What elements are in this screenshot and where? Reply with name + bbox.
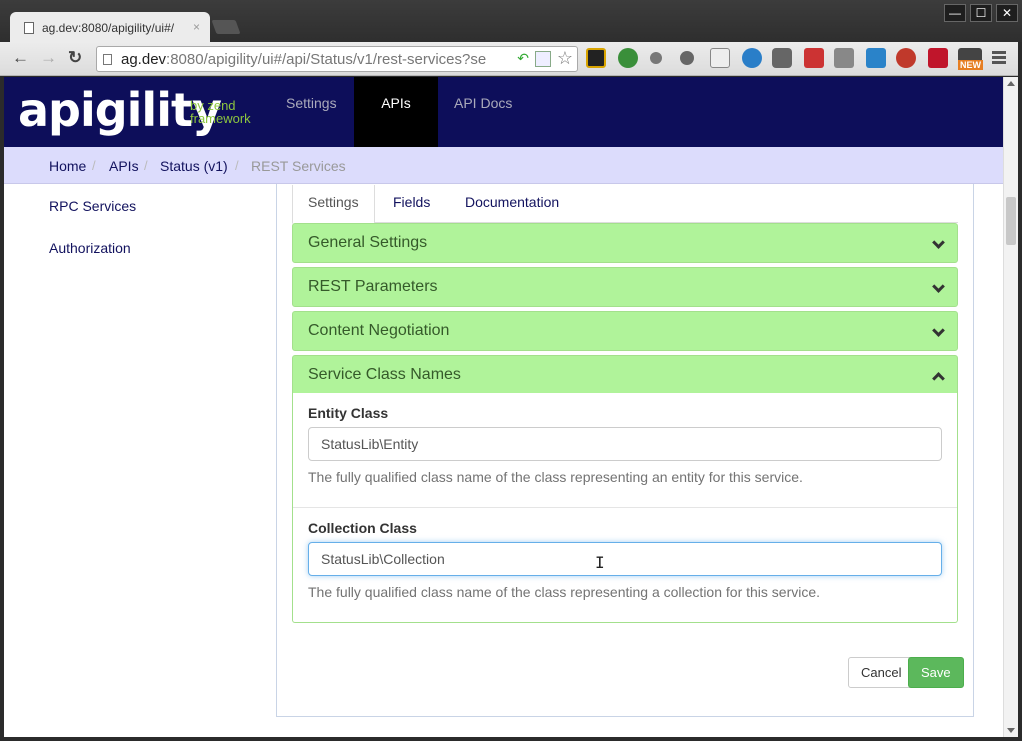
accordion-service-class-names[interactable]: Service Class Names	[292, 355, 958, 395]
maximize-button[interactable]: ☐	[970, 4, 992, 22]
new-tab-button[interactable]	[211, 20, 241, 34]
tool-extension-icon[interactable]	[650, 52, 662, 64]
page-viewport: apigility by zend framework Settings APIs…	[4, 77, 1003, 737]
collection-class-label: Collection Class	[308, 520, 417, 536]
bookmark-star-icon[interactable]: ☆	[557, 48, 573, 69]
page-icon	[24, 22, 34, 34]
refresh-extension-icon[interactable]	[618, 48, 638, 68]
minimize-button[interactable]: —	[944, 4, 966, 22]
window-frame	[1018, 42, 1022, 741]
browser-tab[interactable]: ag.dev:8080/apigility/ui#/ ×	[10, 12, 210, 42]
accordion-rest-parameters[interactable]: REST Parameters	[292, 267, 958, 307]
nav-api-docs[interactable]: API Docs	[438, 77, 528, 147]
page-scrollbar[interactable]	[1003, 77, 1018, 737]
collection-class-help: The fully qualified class name of the cl…	[308, 584, 821, 600]
chevron-up-icon	[932, 372, 945, 385]
window-frame	[0, 737, 1022, 741]
binary-extension-icon[interactable]	[710, 48, 730, 68]
sidebar-item-authorization[interactable]: Authorization	[49, 240, 131, 256]
tab-close-icon[interactable]: ×	[193, 20, 200, 34]
tab-title: ag.dev:8080/apigility/ui#/	[42, 21, 175, 35]
breadcrumb-status-v1[interactable]: Status (v1)	[160, 158, 228, 174]
entity-class-help: The fully qualified class name of the cl…	[308, 469, 803, 485]
v-extension-icon[interactable]	[742, 48, 762, 68]
accordion-title: Content Negotiation	[308, 322, 450, 339]
scroll-thumb[interactable]	[1006, 197, 1016, 245]
rss-icon[interactable]	[535, 51, 551, 67]
breadcrumb-home[interactable]: Home	[49, 158, 86, 174]
tab-fields[interactable]: Fields	[378, 185, 445, 223]
accordion-title: REST Parameters	[308, 278, 438, 295]
scroll-down-icon[interactable]	[1007, 728, 1015, 733]
entity-class-input[interactable]	[308, 427, 942, 461]
accordion-title: Service Class Names	[308, 366, 461, 383]
nav-apis[interactable]: APIs	[354, 77, 438, 147]
breadcrumb-apis[interactable]: APIs	[109, 158, 139, 174]
divider	[293, 507, 957, 508]
logo-subtitle: by zend framework	[190, 98, 251, 126]
reload-icon[interactable]: ↻	[68, 48, 82, 68]
breadcrumb: Home / APIs / Status (v1) / REST Service…	[4, 147, 1003, 184]
close-window-button[interactable]: ✕	[996, 4, 1018, 22]
collection-class-input[interactable]	[308, 542, 942, 576]
adblock-icon[interactable]	[896, 48, 916, 68]
accordion-general-settings[interactable]: General Settings	[292, 223, 958, 263]
service-tabs: Settings Fields Documentation	[292, 185, 958, 224]
asterisk-extension-icon[interactable]	[928, 48, 948, 68]
breadcrumb-rest-services: REST Services	[251, 158, 346, 174]
browser-titlebar: ag.dev:8080/apigility/ui#/ × — ☐ ✕	[0, 0, 1022, 42]
d-extension-icon[interactable]	[834, 48, 854, 68]
forward-icon[interactable]: →	[40, 48, 57, 68]
save-button[interactable]: Save	[908, 657, 964, 688]
chevron-down-icon	[932, 236, 945, 249]
tab-documentation[interactable]: Documentation	[450, 185, 574, 223]
sidebar-item-rpc-services[interactable]: RPC Services	[49, 198, 136, 214]
browser-toolbar: ← → ↻ ag.dev:8080/apigility/ui#/api/Stat…	[0, 42, 1022, 76]
page-icon	[103, 54, 112, 65]
cube-extension-icon[interactable]	[866, 48, 886, 68]
site-header: apigility by zend framework Settings APIs…	[4, 77, 1003, 147]
chevron-down-icon	[932, 324, 945, 337]
new-extension-icon[interactable]: NEW	[958, 48, 983, 70]
accordion-title: General Settings	[308, 234, 428, 251]
mic-extension-icon[interactable]	[680, 51, 694, 65]
browser-menu-icon[interactable]	[992, 51, 1006, 66]
address-bar[interactable]: ag.dev:8080/apigility/ui#/api/Status/v1/…	[96, 46, 578, 72]
accordion-content-negotiation[interactable]: Content Negotiation	[292, 311, 958, 351]
collection-class-wrapper: I	[293, 542, 957, 576]
text-cursor-icon: I	[595, 553, 605, 572]
pocket-icon[interactable]	[772, 48, 792, 68]
url-text: ag.dev:8080/apigility/ui#/api/Status/v1/…	[121, 51, 487, 68]
bookmark-extension-icon[interactable]	[804, 48, 824, 68]
tab-settings[interactable]: Settings	[292, 185, 375, 224]
s-extension-icon[interactable]	[586, 48, 606, 68]
service-class-names-body: Entity Class The fully qualified class n…	[292, 393, 958, 623]
back-icon[interactable]: ←	[12, 48, 29, 68]
entity-class-label: Entity Class	[308, 405, 389, 421]
cancel-button[interactable]: Cancel	[848, 657, 915, 688]
undo-icon[interactable]: ↶	[517, 50, 529, 67]
nav-settings[interactable]: Settings	[270, 77, 353, 147]
new-badge: NEW	[958, 60, 983, 70]
scroll-up-icon[interactable]	[1007, 81, 1015, 86]
chevron-down-icon	[932, 280, 945, 293]
